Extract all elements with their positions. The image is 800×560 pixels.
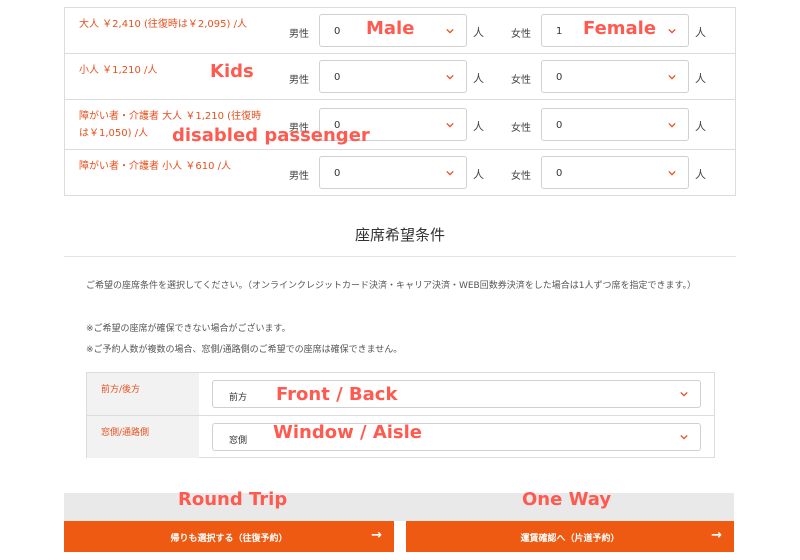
round-trip-button[interactable]: 帰りも選択する（往復予約） → [64,521,394,552]
chevron-down-icon [668,122,676,128]
select-value: 0 [556,72,563,83]
chevron-down-icon [446,170,454,176]
unit-label: 人 [695,120,706,133]
annotation-female: Female [583,18,657,39]
seat-note: ご希望の座席条件を選択してください。（オンラインクレジットカード決済・キャリア決… [86,281,697,291]
select-value: 0 [334,72,341,83]
unit-label: 人 [695,72,706,85]
disabled-child-female-select[interactable]: 0 [541,156,689,189]
chevron-down-icon [668,170,676,176]
pref-label: 前方/後方 [101,385,141,395]
child-female-select[interactable]: 0 [541,60,689,93]
fare-label-disabled-child: 障がい者・介護者 小人 ￥610 /人 [79,161,231,172]
unit-label: 人 [695,168,706,181]
chevron-down-icon [446,28,454,34]
unit-label: 人 [695,26,706,39]
pref-header: 前方/後方 [87,373,199,415]
pref-row-front-back: 前方/後方 前方 [87,373,714,415]
select-value: 0 [334,168,341,179]
fare-row-child: 小人 ￥1,210 /人 男性 0 人 女性 0 人 [65,53,735,99]
button-band [64,493,734,521]
unit-label: 人 [473,168,484,181]
fare-row-disabled-adult: 障がい者・介護者 大人 ￥1,210 (往復時は￥1,050) /人 男性 0 … [65,99,735,149]
annotation-front-back: Front / Back [276,384,398,405]
chevron-down-icon [446,122,454,128]
select-value: 1 [556,26,563,37]
seat-preference-table: 前方/後方 前方 窓側/通路側 窓側 [86,372,715,458]
unit-label: 人 [473,26,484,39]
annotation-disabled: disabled passenger [172,125,370,146]
select-value: 0 [556,168,563,179]
male-label: 男性 [289,171,309,182]
fare-row-disabled-child: 障がい者・介護者 小人 ￥610 /人 男性 0 人 女性 0 人 [65,149,735,195]
one-way-button[interactable]: 運賃確認へ（片道予約） → [406,521,734,552]
select-value: 窓側 [229,436,248,446]
seat-note: ※ご予約人数が複数の場合、窓側/通路側のご希望での座席は確保できません。 [86,345,403,355]
pref-header: 窓側/通路側 [87,416,199,458]
chevron-down-icon [446,74,454,80]
disabled-adult-female-select[interactable]: 0 [541,108,689,141]
annotation-one-way: One Way [522,489,612,510]
female-label: 女性 [511,171,531,182]
female-label: 女性 [511,123,531,134]
annotation-kids: Kids [210,61,254,82]
female-label: 女性 [511,75,531,86]
disabled-child-male-select[interactable]: 0 [319,156,467,189]
chevron-down-icon [668,28,676,34]
button-label: 帰りも選択する（往復予約） [170,534,288,544]
seat-note: ※ご希望の座席が確保できない場合がございます。 [86,324,291,334]
male-label: 男性 [289,29,309,40]
select-value: 0 [556,120,563,131]
annotation-male: Male [366,18,415,39]
divider [64,256,736,257]
arrow-right-icon: → [371,528,382,543]
male-label: 男性 [289,75,309,86]
button-label: 運賃確認へ（片道予約） [520,534,620,544]
female-label: 女性 [511,29,531,40]
unit-label: 人 [473,72,484,85]
fare-label-adult: 大人 ￥2,410 (往復時は￥2,095) /人 [79,19,247,30]
select-value: 0 [334,26,341,37]
annotation-round-trip: Round Trip [178,489,288,510]
seat-section-title: 座席希望条件 [354,226,445,244]
pref-label: 窓側/通路側 [101,428,150,438]
child-male-select[interactable]: 0 [319,60,467,93]
chevron-down-icon [680,434,688,440]
arrow-right-icon: → [711,528,722,543]
chevron-down-icon [668,74,676,80]
annotation-window-aisle: Window / Aisle [273,422,423,443]
unit-label: 人 [473,120,484,133]
select-value: 前方 [229,393,248,403]
chevron-down-icon [680,391,688,397]
